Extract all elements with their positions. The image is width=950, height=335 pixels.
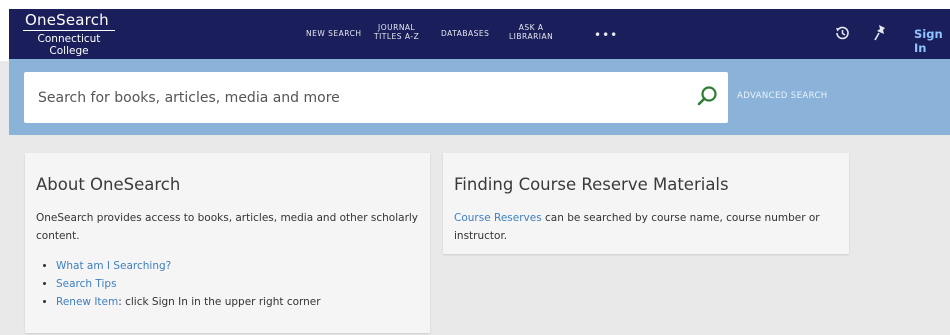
pin-icon[interactable] [873,24,889,42]
course-reserve-card: Finding Course Reserve Materials Course … [443,153,849,254]
search-tips-link[interactable]: Search Tips [56,278,117,290]
advanced-search-link[interactable]: ADVANCED SEARCH [737,91,828,101]
about-body: OneSearch provides access to books, arti… [36,212,419,242]
nav-journal-titles-line2: TITLES A-Z [374,32,420,41]
nav-ask-librarian[interactable]: ASK A LIBRARIAN [509,23,553,41]
college-line-2: College [49,45,89,57]
nav-databases[interactable]: DATABASES [441,29,489,38]
logo[interactable]: OneSearch Connecticut College [23,11,115,57]
history-icon[interactable] [833,24,851,42]
more-menu-button[interactable]: ••• [594,28,618,42]
top-navbar: OneSearch Connecticut College NEW SEARCH… [9,9,950,59]
nav-new-search-label: NEW SEARCH [306,29,362,38]
search-band: ADVANCED SEARCH [9,59,950,135]
about-title: About OneSearch [36,175,181,194]
about-card: About OneSearch OneSearch provides acces… [25,153,430,333]
search-input[interactable] [38,88,658,108]
college-line-1: Connecticut [37,33,101,45]
course-reserves-link[interactable]: Course Reserves [454,212,542,224]
list-item: Search Tips [56,275,321,293]
sign-in-button[interactable]: Sign In [914,27,950,55]
header: OneSearch Connecticut College NEW SEARCH… [0,0,950,61]
renew-item-text: : click Sign In in the upper right corne… [118,296,321,308]
course-reserve-title: Finding Course Reserve Materials [454,175,729,194]
nav-ask-librarian-line2: LIBRARIAN [509,32,554,41]
nav-databases-label: DATABASES [441,29,490,38]
nav-ask-librarian-line1: ASK A [518,23,544,32]
nav-journal-titles-line1: JOURNAL [378,23,416,32]
about-links-list: What am I Searching? Search Tips Renew I… [43,257,321,311]
brand-name: OneSearch [23,11,115,31]
search-box [24,72,728,123]
search-icon[interactable] [694,84,720,110]
list-item: Renew Item: click Sign In in the upper r… [56,293,321,311]
nav-journal-titles[interactable]: JOURNAL TITLES A-Z [374,23,419,41]
what-am-i-searching-link[interactable]: What am I Searching? [56,260,171,272]
nav-new-search[interactable]: NEW SEARCH [306,29,362,38]
course-reserve-body: Course Reserves can be searched by cours… [454,209,839,245]
list-item: What am I Searching? [56,257,321,275]
renew-item-link[interactable]: Renew Item [56,296,118,308]
